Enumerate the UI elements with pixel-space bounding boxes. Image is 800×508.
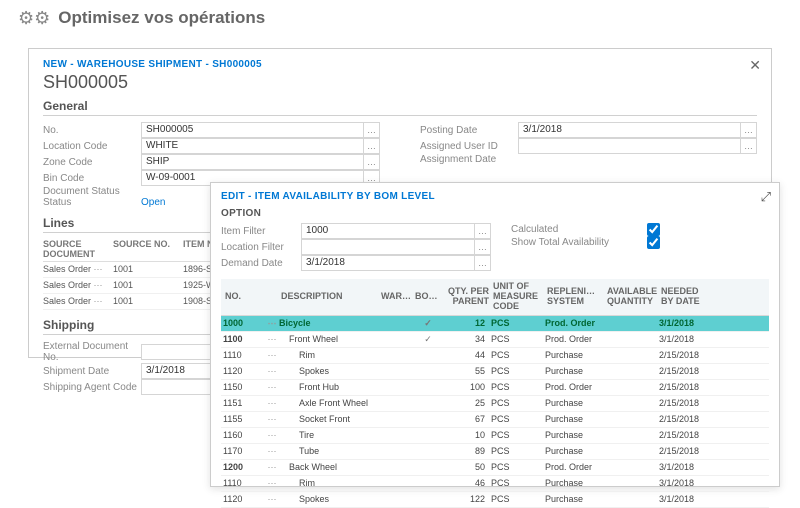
col-no: NO. (223, 292, 265, 302)
col-desc: DESCRIPTION (279, 292, 379, 302)
showtotal-checkbox[interactable] (647, 236, 660, 249)
status-value: Open (141, 197, 165, 208)
page-title: Optimisez vos opérations (58, 8, 265, 28)
option-title: OPTION (221, 208, 769, 219)
row-actions-icon[interactable]: ⋯ (265, 366, 279, 377)
loc-filter-label: Location Filter (221, 242, 301, 253)
bom-row[interactable]: 1000⋯Bicycle✓12PCSProd. Order3/1/2018 (221, 316, 769, 332)
extdoc-label: External Document No. (43, 341, 141, 363)
bin-label: Bin Code (43, 173, 141, 184)
shipment-heading: SH000005 (43, 72, 757, 93)
calculated-checkbox[interactable] (647, 223, 660, 236)
col-qty: QTY. PER PARENT (443, 287, 491, 307)
shipdate-label: Shipment Date (43, 366, 141, 377)
zone-label: Zone Code (43, 157, 141, 168)
bom-row[interactable]: 1110⋯Rim46PCSPurchase3/1/2018 (221, 476, 769, 492)
bom-row[interactable]: 1151⋯Axle Front Wheel25PCSPurchase2/15/2… (221, 396, 769, 412)
bom-row[interactable]: 1150⋯Front Hub100PCSProd. Order2/15/2018 (221, 380, 769, 396)
no-field[interactable]: SH000005 (141, 122, 364, 138)
agent-label: Shipping Agent Code (43, 382, 141, 393)
zone-lookup-icon[interactable]: … (364, 154, 380, 170)
bom-row[interactable]: 1170⋯Tube89PCSPurchase2/15/2018 (221, 444, 769, 460)
item-filter-lookup-icon[interactable]: … (475, 223, 491, 239)
row-actions-icon[interactable]: ⋯ (265, 414, 279, 425)
row-actions-icon[interactable]: ⋯ (265, 430, 279, 441)
bom-row[interactable]: 1155⋯Socket Front67PCSPurchase2/15/2018 (221, 412, 769, 428)
posting-lookup-icon[interactable]: … (741, 122, 757, 138)
bom-title: EDIT - ITEM AVAILABILITY BY BOM LEVEL (221, 191, 769, 202)
showtotal-label: Show Total Availability (511, 237, 641, 248)
row-actions-icon[interactable]: ⋯ (265, 318, 279, 329)
status-label: Status (43, 197, 141, 208)
breadcrumb: NEW - WAREHOUSE SHIPMENT - SH000005 (43, 59, 757, 70)
row-actions-icon[interactable]: ⋯ (265, 382, 279, 393)
docstatus-label: Document Status (43, 186, 141, 197)
user-field[interactable] (518, 138, 741, 154)
location-label: Location Code (43, 141, 141, 152)
zone-field[interactable]: SHIP (141, 154, 364, 170)
loc-filter-field[interactable] (301, 239, 475, 255)
demand-field[interactable]: 3/1/2018 (301, 255, 475, 271)
no-label: No. (43, 125, 141, 136)
item-filter-field[interactable]: 1000 (301, 223, 475, 239)
bom-row[interactable]: 1110⋯Rim44PCSPurchase2/15/2018 (221, 348, 769, 364)
col-source-no: SOURCE NO. (113, 239, 183, 259)
user-label: Assigned User ID (420, 141, 518, 152)
col-war: WAR… (379, 292, 413, 302)
row-actions-icon[interactable]: ⋯ (265, 350, 279, 361)
row-actions-icon[interactable]: ⋯ (265, 334, 279, 345)
row-actions-icon[interactable]: ⋯ (265, 446, 279, 457)
row-actions-icon[interactable]: ⋯ (265, 478, 279, 489)
assign-label: Assignment Date (420, 154, 518, 165)
posting-field[interactable]: 3/1/2018 (518, 122, 741, 138)
item-filter-label: Item Filter (221, 226, 301, 237)
bom-availability-modal: ⤢ EDIT - ITEM AVAILABILITY BY BOM LEVEL … (210, 182, 780, 487)
user-lookup-icon[interactable]: … (741, 138, 757, 154)
section-general: General (43, 99, 757, 116)
gears-icon: ⚙⚙ (18, 9, 50, 27)
calculated-label: Calculated (511, 224, 641, 235)
posting-label: Posting Date (420, 125, 518, 136)
bom-header: NO. DESCRIPTION WAR… BO… QTY. PER PARENT… (221, 279, 769, 316)
col-avail: AVAILABLE QUANTITY (605, 287, 659, 307)
row-actions-icon[interactable]: ⋯ (265, 462, 279, 473)
no-lookup-icon[interactable]: … (364, 122, 380, 138)
bom-row[interactable]: 1200⋯Back Wheel50PCSProd. Order3/1/2018 (221, 460, 769, 476)
demand-lookup-icon[interactable]: … (475, 255, 491, 271)
col-source-doc: SOURCE DOCUMENT (43, 239, 113, 259)
demand-label: Demand Date (221, 258, 301, 269)
bom-row[interactable]: 1160⋯Tire10PCSPurchase2/15/2018 (221, 428, 769, 444)
col-repl: REPLENI… SYSTEM (545, 287, 605, 307)
col-uom: UNIT OF MEASURE CODE (491, 282, 545, 312)
row-actions-icon[interactable]: ⋯ (265, 398, 279, 409)
loc-filter-lookup-icon[interactable]: … (475, 239, 491, 255)
close-icon[interactable]: ✕ (749, 57, 761, 74)
location-field[interactable]: WHITE (141, 138, 364, 154)
col-need: NEEDED BY DATE (659, 287, 707, 307)
row-actions-icon[interactable]: ⋯ (265, 494, 279, 505)
location-lookup-icon[interactable]: … (364, 138, 380, 154)
col-bo: BO… (413, 292, 443, 302)
bom-row[interactable]: 1100⋯Front Wheel✓34PCSProd. Order3/1/201… (221, 332, 769, 348)
page-header: ⚙⚙ Optimisez vos opérations (0, 0, 800, 32)
bom-row[interactable]: 1120⋯Spokes55PCSPurchase2/15/2018 (221, 364, 769, 380)
expand-icon[interactable]: ⤢ (761, 189, 771, 205)
